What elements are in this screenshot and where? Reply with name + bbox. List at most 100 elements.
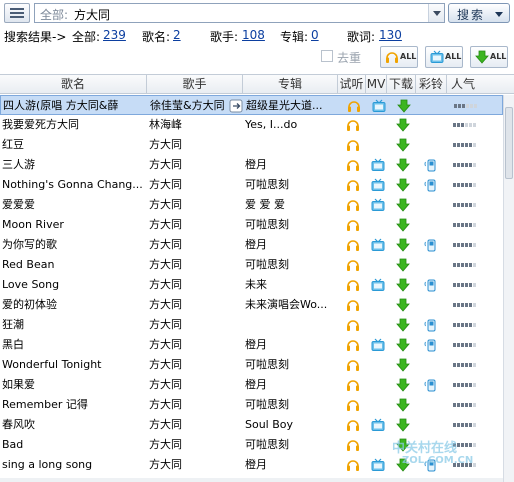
mv-icon[interactable]: [371, 158, 385, 172]
listen-icon[interactable]: [346, 138, 360, 152]
ringtone-icon[interactable]: [424, 378, 438, 392]
column-album[interactable]: 专辑: [243, 75, 338, 94]
listen-all-button[interactable]: ALL: [380, 46, 418, 68]
column-download[interactable]: 下载: [387, 75, 416, 94]
all-results-count[interactable]: 239: [103, 28, 126, 42]
ringtone-icon[interactable]: [424, 238, 438, 252]
download-icon[interactable]: [397, 99, 411, 113]
ringtone-icon[interactable]: [424, 278, 438, 292]
listen-icon[interactable]: [346, 458, 360, 472]
mv-icon[interactable]: [371, 238, 385, 252]
listen-icon[interactable]: [347, 99, 361, 113]
table-row[interactable]: Moon River 方大同 可啦思刻: [0, 215, 503, 235]
download-icon[interactable]: [396, 198, 410, 212]
download-icon[interactable]: [396, 118, 410, 132]
mv-icon[interactable]: [371, 198, 385, 212]
table-row[interactable]: 黑白 方大同 橙月: [0, 335, 503, 355]
download-icon[interactable]: [396, 358, 410, 372]
add-to-list-icon[interactable]: [229, 99, 243, 113]
mv-icon[interactable]: [371, 278, 385, 292]
listen-icon[interactable]: [346, 378, 360, 392]
song-results-count[interactable]: 2: [173, 28, 181, 42]
search-dropdown-button[interactable]: [428, 4, 444, 22]
table-row[interactable]: Love Song 方大同 未来: [0, 275, 503, 295]
song-name: Remember 记得: [2, 398, 88, 411]
table-row[interactable]: 三人游 方大同 橙月: [0, 155, 503, 175]
listen-icon[interactable]: [346, 338, 360, 352]
song-results-label: 歌名:: [142, 30, 171, 44]
download-icon[interactable]: [396, 278, 410, 292]
download-icon[interactable]: [396, 218, 410, 232]
table-row[interactable]: 四人游(原唱 方大同&薛 徐佳莹&方大同 超级星光大道...: [0, 95, 503, 115]
vertical-scrollbar[interactable]: [503, 95, 514, 482]
listen-icon[interactable]: [346, 158, 360, 172]
table-row[interactable]: 春风吹 方大同 Soul Boy: [0, 415, 503, 435]
table-row[interactable]: 狂潮 方大同: [0, 315, 503, 335]
table-row[interactable]: 如果爱 方大同 橙月: [0, 375, 503, 395]
download-icon[interactable]: [396, 238, 410, 252]
column-listen[interactable]: 试听: [338, 75, 366, 94]
download-icon[interactable]: [396, 398, 410, 412]
column-singer[interactable]: 歌手: [147, 75, 243, 94]
table-row[interactable]: 爱的初体验 方大同 未来演唱会Wo...: [0, 295, 503, 315]
listen-icon[interactable]: [346, 258, 360, 272]
song-name: 四人游(原唱 方大同&薛: [3, 99, 119, 112]
scrollbar-thumb[interactable]: [505, 107, 513, 179]
table-row[interactable]: Nothing's Gonna Chang... 方大同 可啦思刻: [0, 175, 503, 195]
ringtone-icon[interactable]: [424, 338, 438, 352]
listen-icon[interactable]: [346, 438, 360, 452]
singer-results-count[interactable]: 108: [242, 28, 265, 42]
album-name: 橙月: [245, 158, 267, 171]
ringtone-icon[interactable]: [424, 178, 438, 192]
ringtone-icon[interactable]: [424, 158, 438, 172]
download-icon[interactable]: [396, 158, 410, 172]
lyrics-results-count[interactable]: 130: [379, 28, 402, 42]
listen-icon[interactable]: [346, 318, 360, 332]
download-icon[interactable]: [396, 258, 410, 272]
listen-icon[interactable]: [346, 298, 360, 312]
listen-icon[interactable]: [346, 178, 360, 192]
mv-all-button[interactable]: ALL: [425, 46, 463, 68]
table-row[interactable]: Red Bean 方大同 可啦思刻: [0, 255, 503, 275]
listen-icon[interactable]: [346, 118, 360, 132]
search-query[interactable]: 方大同: [74, 6, 110, 23]
download-all-button[interactable]: ALL: [470, 46, 508, 68]
ringtone-icon[interactable]: [424, 318, 438, 332]
column-mv[interactable]: MV: [366, 75, 387, 94]
search-input[interactable]: 全部: 方大同: [34, 3, 445, 23]
table-row[interactable]: Remember 记得 方大同 可啦思刻: [0, 395, 503, 415]
column-name[interactable]: 歌名: [0, 75, 147, 94]
mv-icon[interactable]: [371, 338, 385, 352]
search-button[interactable]: 搜索: [448, 3, 510, 23]
dedup-checkbox[interactable]: [321, 50, 333, 62]
download-icon[interactable]: [396, 338, 410, 352]
download-icon[interactable]: [396, 378, 410, 392]
table-row[interactable]: 红豆 方大同: [0, 135, 503, 155]
album-results-count[interactable]: 0: [311, 28, 319, 42]
singer-name: 方大同: [149, 458, 182, 471]
table-row[interactable]: 我要爱死方大同 林海峰 Yes, I...do: [0, 115, 503, 135]
horizontal-scrollbar[interactable]: [0, 478, 503, 482]
mv-icon[interactable]: [372, 99, 386, 113]
listen-icon[interactable]: [346, 278, 360, 292]
download-icon[interactable]: [396, 318, 410, 332]
download-icon[interactable]: [396, 418, 410, 432]
listen-icon[interactable]: [346, 398, 360, 412]
mv-icon[interactable]: [371, 418, 385, 432]
table-row[interactable]: Wonderful Tonight 方大同 可啦思刻: [0, 355, 503, 375]
table-row[interactable]: 爱爱爱 方大同 爱 爱 爱: [0, 195, 503, 215]
column-ringtone[interactable]: 彩铃: [416, 75, 447, 94]
listen-icon[interactable]: [346, 198, 360, 212]
menu-button[interactable]: [4, 3, 30, 23]
listen-icon[interactable]: [346, 418, 360, 432]
table-row[interactable]: 为你写的歌 方大同 橙月: [0, 235, 503, 255]
column-popularity[interactable]: 人气: [447, 75, 503, 94]
download-icon[interactable]: [396, 298, 410, 312]
mv-icon[interactable]: [371, 458, 385, 472]
listen-icon[interactable]: [346, 218, 360, 232]
download-icon[interactable]: [396, 178, 410, 192]
listen-icon[interactable]: [346, 238, 360, 252]
listen-icon[interactable]: [346, 358, 360, 372]
download-icon[interactable]: [396, 138, 410, 152]
mv-icon[interactable]: [371, 178, 385, 192]
